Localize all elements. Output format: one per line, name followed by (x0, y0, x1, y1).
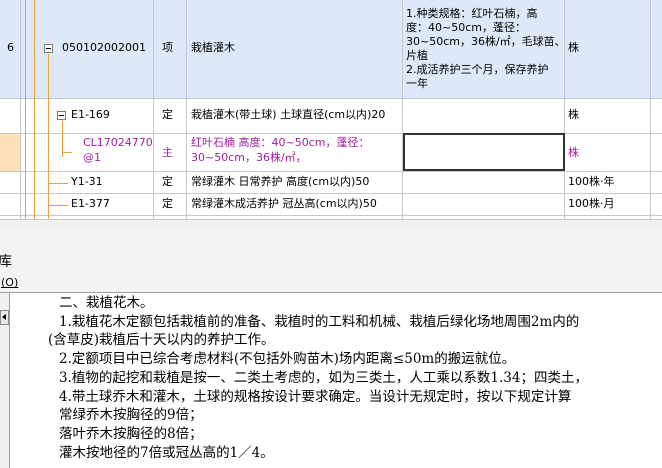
library-tab-shortcut[interactable]: (O) (1, 276, 18, 289)
maintenance-type: 定 (162, 175, 173, 188)
doc-line: 1.栽植花木定额包括栽植前的准备、栽植时的工料和机械、栽植后绿化场地周围2m内的 (59, 314, 580, 330)
quota-type: 定 (162, 108, 173, 121)
doc-line: 4.带土球乔木和灌木，土球的规格按设计要求确定。当设计无规定时，按以下规定计算 (59, 389, 572, 405)
material-name-line2: 30~50cm，36株/㎡， (191, 151, 307, 164)
quota-grid: 6 050102002001 项 栽植灌木 1.种类规格：红叶石楠，高 度：40… (0, 0, 662, 219)
survival-care-code[interactable]: E1-377 (71, 194, 110, 214)
quota-unit: 株 (568, 108, 579, 121)
doc-line: 2.定额项目中已综合考虑材料(不包括外购苗木)场内距离≤50m的搬运就位。 (59, 351, 516, 367)
collapse-toggle-item[interactable] (44, 44, 53, 53)
survival-care-name[interactable]: 常绿灌木成活养护 冠丛高(cm以内)50 (191, 194, 377, 214)
material-unit: 株 (568, 146, 579, 159)
material-code-line1[interactable]: CL17024770 (83, 136, 153, 150)
survival-care-type: 定 (162, 197, 173, 210)
quota-name[interactable]: 栽植灌木(带土球) 土球直径(cm以内)20 (191, 105, 385, 125)
row-bg-active-marker (0, 133, 20, 171)
doc-line: 常绿乔木按胸径的9倍； (59, 407, 203, 423)
quota-code[interactable]: E1-169 (71, 105, 110, 125)
doc-line: 落叶乔木按胸径的8倍； (59, 426, 203, 442)
material-type: 主 (162, 146, 173, 159)
doc-line: 灌木按地径的7倍或冠丛高的1／4。 (59, 445, 274, 461)
doc-line: (含草皮)栽植后十天以内的养护工作。 (48, 332, 275, 348)
survival-care-unit: 100株·月 (568, 197, 615, 210)
collapse-toggle-quota[interactable] (57, 111, 66, 120)
library-tab-header (0, 229, 662, 293)
scroll-left-arrow-icon[interactable] (0, 310, 9, 325)
maintenance-code[interactable]: Y1-31 (71, 172, 103, 192)
item-type: 项 (162, 41, 173, 54)
maintenance-unit: 100株·年 (568, 175, 615, 188)
library-tab-title[interactable]: 库 (0, 254, 12, 270)
material-name-line1[interactable]: 红叶石楠 高度：40~50cm，蓬径： (191, 136, 369, 150)
doc-heading: 二、栽植花木。 (59, 295, 154, 311)
quota-explanation-text: 二、栽植花木。 1.栽植花木定额包括栽植前的准备、栽植时的工料和机械、栽植后绿化… (11, 293, 662, 468)
row-number: 6 (7, 41, 14, 54)
doc-line: 3.植物的起挖和栽植是按一、二类土考虑的，如为三类土，人工乘以系数1.34；四类… (59, 370, 588, 386)
selected-cell[interactable] (403, 133, 565, 171)
item-name[interactable]: 栽植灌木 (191, 38, 235, 58)
material-code-line2: @1 (83, 151, 101, 164)
maintenance-name[interactable]: 常绿灌木 日常养护 高度(cm以内)50 (191, 172, 369, 192)
item-unit: 株 (568, 41, 579, 54)
item-feature-description[interactable]: 1.种类规格：红叶石楠，高 度：40~50cm，蓬径： 30~50cm，36株/… (406, 7, 564, 91)
item-code[interactable]: 050102002001 (62, 38, 146, 58)
